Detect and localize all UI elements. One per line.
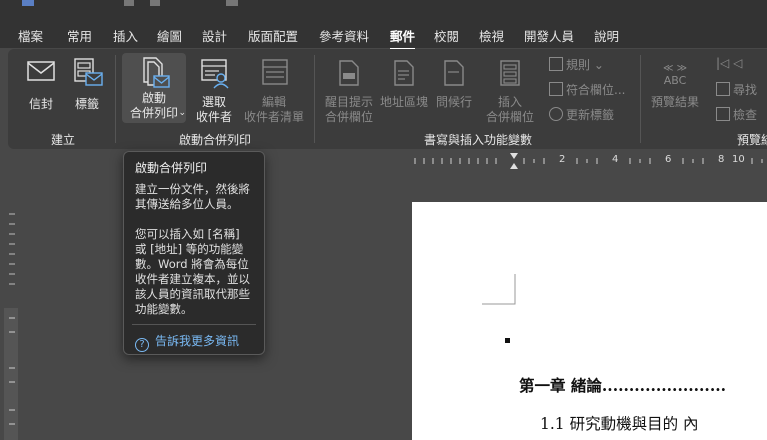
tooltip-details: 您可以插入如 [名稱] 或 [地址] 等的功能變 數。Word 將會為每位 收件… — [135, 227, 250, 316]
tooltip-title: 啟動合併列印 — [135, 161, 208, 175]
title-bar — [0, 0, 767, 22]
group-separator — [115, 55, 116, 143]
ruler-label: 8 — [718, 154, 725, 165]
start-mail-merge-icon — [143, 57, 170, 88]
tab-file[interactable]: 檔案 — [18, 26, 43, 45]
insert-merge-field-button[interactable]: 插入 合併欄位 — [478, 55, 542, 124]
tab-design[interactable]: 設計 — [202, 26, 227, 45]
preview-results-button[interactable]: ≪ ≫ ABC 預覽結果 — [644, 55, 706, 121]
ruler-label: 4 — [612, 154, 619, 165]
update-labels-icon — [549, 107, 563, 121]
ribbon-tabs: 檔案 常用 插入 繪圖 設計 版面配置 參考資料 郵件 校閱 檢視 開發人員 說… — [0, 22, 767, 50]
select-recipients-icon — [201, 59, 229, 89]
tell-me-more-link[interactable]: ? 告訴我更多資訊 — [135, 332, 239, 352]
address-block-icon — [394, 60, 414, 86]
chevron-down-icon: ⌄ — [178, 108, 186, 118]
envelopes-button[interactable]: 信封 — [18, 55, 64, 115]
tab-references[interactable]: 參考資料 — [319, 26, 369, 45]
ruler-label: 2 — [559, 154, 566, 165]
labels-button[interactable]: 標籤 — [64, 55, 110, 115]
horizontal-ruler[interactable] — [412, 152, 767, 170]
match-fields-icon — [549, 82, 563, 96]
address-block-button[interactable]: 地址區塊 — [378, 55, 430, 121]
tab-home[interactable]: 常用 — [67, 26, 92, 45]
start-mail-merge-tooltip: 啟動合併列印 建立一份文件，然後將 其傳送給多位人員。 您可以插入如 [名稱] … — [123, 151, 265, 355]
update-labels-button[interactable]: 更新標籤 — [549, 106, 614, 123]
quick-access-icon[interactable] — [150, 0, 160, 6]
vertical-ruler[interactable] — [0, 200, 22, 440]
start-mail-merge-button[interactable]: 啟動 合併列印 ⌄ — [122, 53, 186, 123]
select-recipients-button[interactable]: 選取 收件者 — [190, 55, 238, 124]
greeting-line-button[interactable]: 問候行 — [432, 55, 476, 121]
edit-list-icon — [262, 59, 288, 85]
match-fields-button[interactable]: 符合欄位... — [549, 81, 625, 98]
quick-access-icon[interactable] — [124, 0, 134, 6]
envelope-icon — [27, 61, 55, 81]
group-separator — [640, 55, 641, 143]
tooltip-divider — [132, 324, 256, 325]
group-label-write-insert-fields: 書寫與插入功能變數 — [424, 133, 533, 147]
margin-corner-mark — [482, 274, 516, 305]
greeting-line-icon — [444, 60, 464, 86]
section-heading: 1.1 研究動機與目的 內 — [540, 415, 699, 433]
edit-recipient-list-button[interactable]: 編輯 收件者清單 — [242, 55, 306, 124]
check-errors-icon — [716, 107, 730, 121]
rules-icon — [549, 57, 563, 71]
hanging-indent-icon[interactable] — [510, 163, 518, 169]
chapter-heading: 第一章 緒論....................... — [519, 376, 727, 395]
tab-help[interactable]: 說明 — [594, 26, 619, 45]
tab-insert[interactable]: 插入 — [113, 26, 138, 45]
tab-developer[interactable]: 開發人員 — [524, 26, 574, 45]
quick-access-icon[interactable] — [226, 0, 238, 6]
first-line-indent-icon[interactable] — [510, 153, 518, 159]
group-separator — [314, 55, 315, 143]
ribbon-panel: 信封 標籤 建立 啟動 合併列印 ⌄ 選取 收件者 編輯 收件者清單 啟動合併列… — [8, 49, 767, 149]
first-record-icon: |◁ — [716, 56, 730, 70]
insert-field-icon — [500, 60, 520, 86]
document-page[interactable]: 第一章 緒論....................... 1.1 研究動機與目… — [412, 202, 767, 440]
ruler-label: 10 — [732, 154, 745, 165]
tab-review[interactable]: 校閱 — [434, 26, 459, 45]
labels-icon — [74, 58, 103, 86]
find-recipient-button[interactable]: 尋找 — [716, 81, 757, 98]
app-icon — [22, 0, 34, 6]
tab-mailings[interactable]: 郵件 — [390, 26, 416, 50]
paragraph-bullet — [505, 338, 510, 343]
document-icon — [339, 60, 359, 86]
tab-layout[interactable]: 版面配置 — [248, 26, 298, 45]
group-label-preview: 預覽結 — [737, 133, 767, 147]
rules-button[interactable]: 規則 ⌄ — [549, 56, 604, 73]
highlight-merge-fields-button[interactable]: 醒目提示 合併欄位 — [320, 55, 378, 124]
tab-draw[interactable]: 繪圖 — [157, 26, 182, 45]
help-icon: ? — [135, 338, 149, 352]
tab-view[interactable]: 檢視 — [479, 26, 504, 45]
group-label-start-mail-merge: 啟動合併列印 — [179, 133, 252, 147]
first-record-button[interactable]: |◁ ◁ — [716, 56, 742, 70]
tooltip-description: 建立一份文件，然後將 其傳送給多位人員。 — [135, 182, 250, 211]
group-label-create: 建立 — [51, 133, 76, 147]
ruler-label: 6 — [665, 154, 672, 165]
previous-record-icon: ◁ — [733, 56, 743, 70]
find-recipient-icon — [716, 82, 730, 96]
check-for-errors-button[interactable]: 檢查 — [716, 106, 757, 123]
